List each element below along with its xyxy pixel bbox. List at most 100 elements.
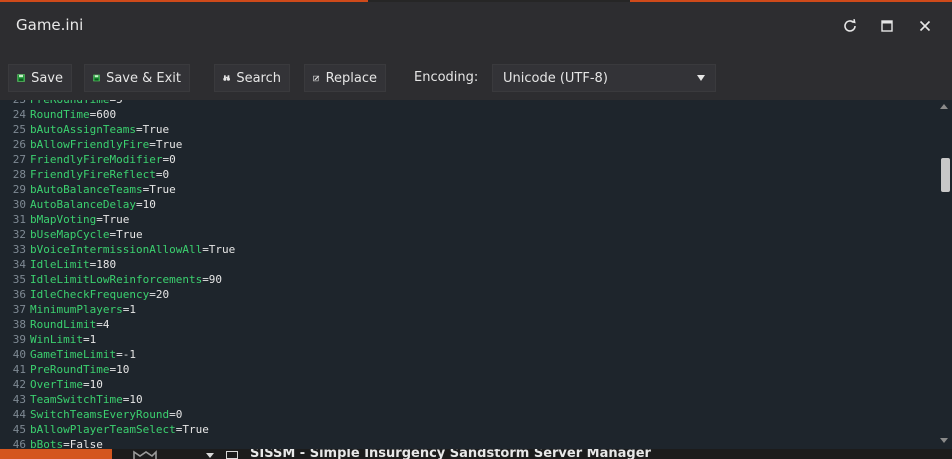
config-value: =180 xyxy=(89,258,117,271)
config-value: =4 xyxy=(96,318,110,331)
config-value: =True xyxy=(202,243,236,256)
encoding-select[interactable]: Unicode (UTF-8) xyxy=(492,64,716,92)
save-button[interactable]: Save xyxy=(8,64,72,92)
editor-line: 31 bMapVoting =True xyxy=(0,212,936,227)
replace-button[interactable]: Replace xyxy=(304,64,386,92)
editor-line: 35 IdleLimitLowReinforcements =90 xyxy=(0,272,936,287)
close-icon xyxy=(919,20,931,32)
editor-line: 37 MinimumPlayers =1 xyxy=(0,302,936,317)
editor-line: 28 FriendlyFireReflect =0 xyxy=(0,167,936,182)
title-bar: Game.ini xyxy=(0,2,952,50)
config-key: MinimumPlayers xyxy=(30,303,123,316)
replace-label: Replace xyxy=(325,70,377,86)
save-exit-button[interactable]: Save & Exit xyxy=(84,64,190,92)
config-key: bAutoBalanceTeams xyxy=(30,183,143,196)
maximize-button[interactable] xyxy=(877,16,897,36)
line-number: 26 xyxy=(12,138,26,151)
text-editor[interactable]: 23PreRoundTime=524RoundTime=60025bAutoAs… xyxy=(0,100,952,449)
editor-line: 42 OverTime =10 xyxy=(0,377,936,392)
config-key: IdleLimitLowReinforcements xyxy=(30,273,203,286)
window-icon xyxy=(226,451,238,459)
replace-icon xyxy=(313,75,320,81)
config-key: bUseMapCycle xyxy=(30,228,110,241)
line-number: 30 xyxy=(12,198,26,211)
config-key: IdleLimit xyxy=(30,258,90,271)
line-number: 44 xyxy=(12,408,26,421)
scroll-down-arrow-icon[interactable] xyxy=(940,438,948,443)
editor-line: 24 RoundTime =600 xyxy=(0,107,936,122)
editor-line: 25 bAutoAssignTeams =True xyxy=(0,122,936,137)
editor-line: 40 GameTimeLimit =-1 xyxy=(0,347,936,362)
line-number: 35 xyxy=(12,273,26,286)
line-number: 45 xyxy=(12,423,26,436)
line-number: 33 xyxy=(12,243,26,256)
editor-line: 23PreRoundTime=5 xyxy=(0,100,936,107)
config-key: TeamSwitchTime xyxy=(30,393,123,406)
line-number: 38 xyxy=(12,318,26,331)
line-number: 24 xyxy=(12,108,26,121)
editor-line: 26 bAllowFriendlyFire =True xyxy=(0,137,936,152)
config-key: RoundLimit xyxy=(30,318,97,331)
toolbar: Save Save & Exit Search Replace Encoding… xyxy=(0,50,952,100)
config-value: =-1 xyxy=(116,348,136,361)
editor-line: 30 AutoBalanceDelay =10 xyxy=(0,197,936,212)
config-key: IdleCheckFrequency xyxy=(30,288,150,301)
config-value: =1 xyxy=(82,333,97,346)
config-value: =0 xyxy=(155,168,170,181)
line-number: 31 xyxy=(12,213,26,226)
encoding-label: Encoding: xyxy=(414,70,479,85)
config-key: RoundTime xyxy=(30,108,90,121)
config-key: AutoBalanceDelay xyxy=(30,198,136,211)
editor-line: 43 TeamSwitchTime =10 xyxy=(0,392,936,407)
search-button[interactable]: Search xyxy=(214,64,290,92)
taskbar-accent xyxy=(0,449,112,459)
refresh-button[interactable] xyxy=(840,16,860,36)
config-key: GameTimeLimit xyxy=(30,348,117,361)
config-value: =True xyxy=(175,423,209,436)
line-number: 42 xyxy=(12,378,26,391)
config-value: =0 xyxy=(169,408,183,421)
config-value: =10 xyxy=(109,363,130,376)
config-value: =90 xyxy=(202,273,223,286)
close-button[interactable] xyxy=(915,16,935,36)
scroll-up-arrow-icon[interactable] xyxy=(940,104,948,109)
editor-line: 41 PreRoundTime =10 xyxy=(0,362,936,377)
editor-line: 39 WinLimit =1 xyxy=(0,332,936,347)
config-key: bMapVoting xyxy=(30,213,97,226)
maximize-icon xyxy=(881,20,893,32)
config-value: =10 xyxy=(82,378,103,391)
config-key: PreRoundTime xyxy=(30,363,110,376)
vertical-scrollbar[interactable] xyxy=(937,100,952,449)
config-value: =False xyxy=(63,438,103,449)
line-number: 40 xyxy=(12,348,26,361)
chevron-down-icon[interactable] xyxy=(206,453,214,458)
taskbar-app-title[interactable]: SISSM - Simple Insurgency Sandstorm Serv… xyxy=(250,449,651,459)
config-value: =True xyxy=(135,123,170,136)
line-number: 23 xyxy=(0,100,30,107)
config-value: =True xyxy=(96,213,130,226)
config-value: =600 xyxy=(89,108,117,121)
config-key: bBots xyxy=(30,438,64,449)
config-value: =20 xyxy=(149,288,170,301)
editor-line: 38 RoundLimit =4 xyxy=(0,317,936,332)
line-number: 29 xyxy=(12,183,26,196)
config-key: FriendlyFireModifier xyxy=(30,153,163,166)
refresh-icon xyxy=(844,19,856,32)
line-number: 36 xyxy=(12,288,26,301)
line-number: 28 xyxy=(12,168,26,181)
line-number: 39 xyxy=(12,333,26,346)
config-key: bAllowFriendlyFire xyxy=(30,138,150,151)
config-key: FriendlyFireReflect xyxy=(30,168,156,181)
editor-lines: 23PreRoundTime=524RoundTime=60025bAutoAs… xyxy=(0,100,936,449)
line-number: 32 xyxy=(12,228,26,241)
scrollbar-thumb[interactable] xyxy=(941,158,950,192)
editor-line: 29 bAutoBalanceTeams =True xyxy=(0,182,936,197)
editor-window: Game.ini Save Save & Exit Search Replace… xyxy=(0,2,952,449)
binoculars-icon xyxy=(223,75,231,81)
editor-line: 34 IdleLimit =180 xyxy=(0,257,936,272)
editor-line: 32 bUseMapCycle =True xyxy=(0,227,936,242)
editor-line: 36 IdleCheckFrequency =20 xyxy=(0,287,936,302)
config-value: =5 xyxy=(109,100,122,107)
editor-line: 27 FriendlyFireModifier =0 xyxy=(0,152,936,167)
config-key: bAutoAssignTeams xyxy=(30,123,136,136)
